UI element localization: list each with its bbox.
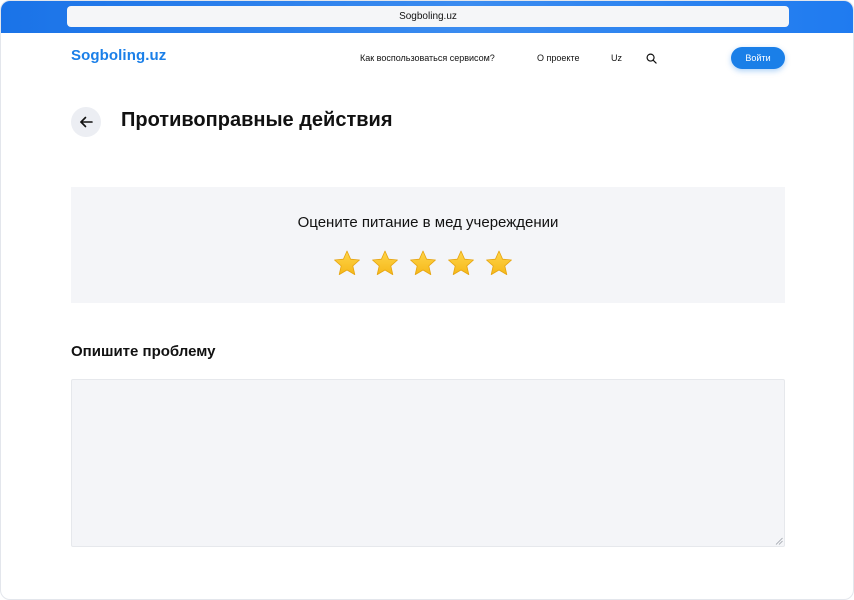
login-button[interactable]: Войти [731, 47, 785, 69]
site-logo[interactable]: Sogboling.uz [71, 47, 166, 64]
star-icon[interactable] [446, 249, 476, 277]
address-bar-text: Sogboling.uz [399, 11, 457, 22]
problem-label: Опишите проблему [71, 343, 216, 360]
resize-grip-icon[interactable] [775, 537, 783, 545]
nav-link-how-to-use[interactable]: Как воспользоваться сервисом? [360, 53, 495, 63]
problem-textarea[interactable] [71, 379, 785, 547]
star-icon[interactable] [408, 249, 438, 277]
star-icon[interactable] [370, 249, 400, 277]
rating-card: Оцените питание в мед учереждении [71, 187, 785, 303]
star-rating[interactable] [332, 249, 514, 277]
rating-question: Оцените питание в мед учереждении [297, 214, 559, 231]
nav-link-about[interactable]: О проекте [537, 53, 579, 63]
arrow-left-icon [80, 116, 93, 128]
star-icon[interactable] [332, 249, 362, 277]
site-header: Sogboling.uz Как воспользоваться сервисо… [1, 33, 853, 83]
language-switch[interactable]: Uz [611, 53, 622, 63]
search-icon[interactable] [646, 53, 657, 64]
page-title: Противоправные действия [121, 109, 393, 131]
star-icon[interactable] [484, 249, 514, 277]
app-window: Sogboling.uz Sogboling.uz Как воспользов… [0, 0, 854, 600]
browser-toolbar: Sogboling.uz [1, 1, 853, 33]
address-bar[interactable]: Sogboling.uz [67, 6, 789, 27]
back-button[interactable] [71, 107, 101, 137]
